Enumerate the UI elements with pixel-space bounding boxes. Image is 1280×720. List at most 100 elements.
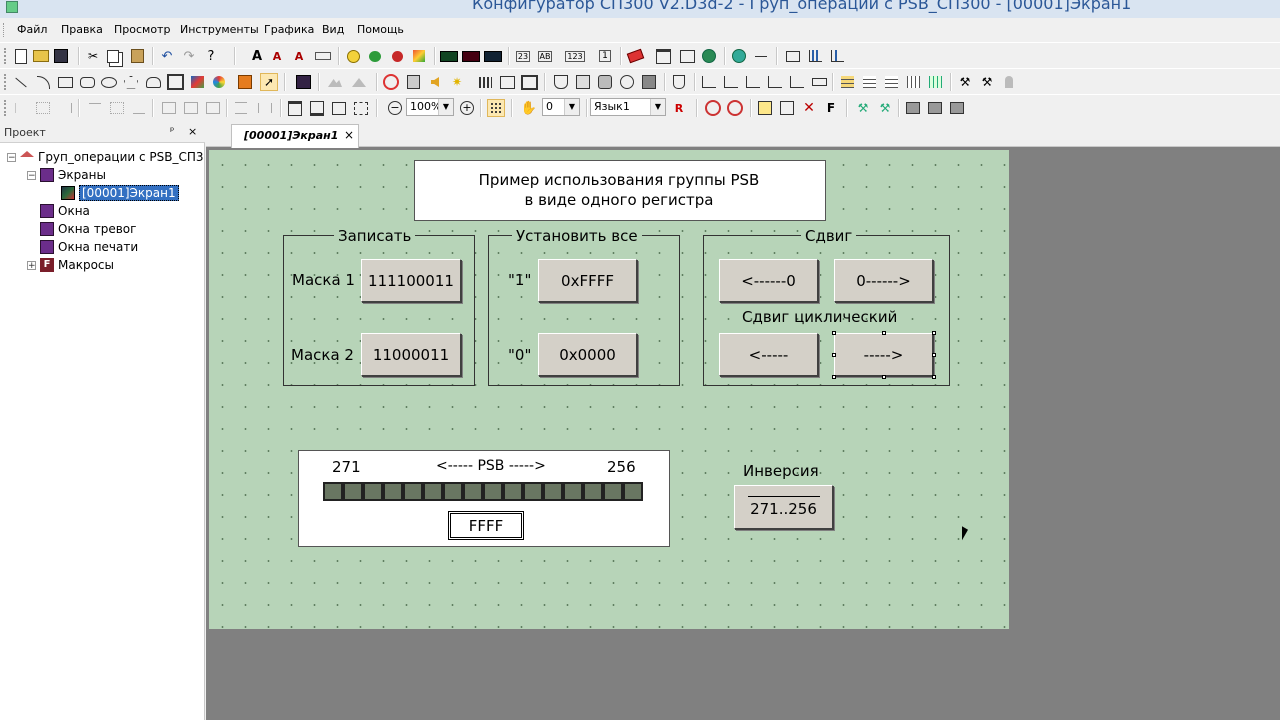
expand-icon[interactable]: + <box>27 260 36 270</box>
wizard2-icon[interactable]: ⚒ <box>876 99 894 117</box>
space-horizontal-icon[interactable] <box>256 99 274 117</box>
same-width-icon[interactable] <box>160 99 178 117</box>
grid-icon[interactable] <box>487 99 505 117</box>
shield-icon[interactable] <box>670 73 688 91</box>
picture-icon[interactable] <box>188 73 206 91</box>
valve-icon[interactable] <box>552 73 570 91</box>
close-tab-icon[interactable]: × <box>344 128 354 142</box>
number-field-icon[interactable]: 23 <box>514 47 532 65</box>
chevron-down-icon[interactable]: ▼ <box>564 99 579 115</box>
menu-file[interactable]: Файл <box>17 23 47 36</box>
align-top-icon[interactable] <box>86 99 104 117</box>
align-right-icon[interactable] <box>56 99 74 117</box>
chart-object-icon[interactable] <box>294 73 312 91</box>
cyclic-left-button[interactable]: <----- <box>719 333 818 376</box>
tools-icon[interactable]: ⚒ <box>956 73 974 91</box>
red-object-icon[interactable] <box>388 47 406 65</box>
language-flag-icon[interactable]: R <box>670 99 688 117</box>
screen-title-box[interactable]: Пример использования группы PSB в виде о… <box>414 160 826 221</box>
green-object-icon[interactable] <box>366 47 384 65</box>
compile-icon[interactable] <box>756 99 774 117</box>
set-all-ones-button[interactable]: 0xFFFF <box>538 259 637 302</box>
speaker-icon[interactable] <box>426 73 444 91</box>
zoom-in-icon[interactable]: + <box>458 99 476 117</box>
align-left-icon[interactable] <box>12 99 30 117</box>
bitmap-icon[interactable] <box>410 47 428 65</box>
psb-value-display[interactable]: FFFF <box>448 511 524 540</box>
hand-icon[interactable]: ✋ <box>520 99 538 117</box>
image-display-icon[interactable] <box>520 73 538 91</box>
save-icon[interactable] <box>52 47 70 65</box>
rectangle-icon[interactable] <box>56 73 74 91</box>
ascii-field-icon[interactable]: AB <box>536 47 554 65</box>
align-bottom-icon[interactable] <box>130 99 148 117</box>
device2-icon[interactable] <box>926 99 944 117</box>
alarm-table-icon[interactable] <box>838 73 856 91</box>
fan-icon[interactable] <box>618 73 636 91</box>
cyclic-right-button[interactable]: -----> <box>834 333 933 376</box>
tree-item-screen1[interactable]: [00001]Экран1 <box>61 184 179 202</box>
ungroup-icon[interactable] <box>352 99 370 117</box>
collapse-icon[interactable]: − <box>7 152 16 162</box>
tree-item-windows[interactable]: Окна <box>40 202 90 220</box>
numeric-display-icon[interactable] <box>440 47 458 65</box>
library-icon[interactable] <box>210 73 228 91</box>
keypad-icon[interactable] <box>476 73 494 91</box>
undo-icon[interactable]: ↶ <box>158 47 176 65</box>
ellipse-icon[interactable] <box>100 73 118 91</box>
tree-item-print-windows[interactable]: Окна печати <box>40 238 138 256</box>
alarm-bar-icon[interactable] <box>810 73 828 91</box>
shift-right-button[interactable]: 0------> <box>834 259 933 302</box>
data-trend-icon[interactable] <box>788 73 806 91</box>
user-icon[interactable] <box>1000 73 1018 91</box>
light-icon[interactable]: ✷ <box>448 73 466 91</box>
menu-view[interactable]: Просмотр <box>114 23 170 36</box>
grid-table-icon[interactable] <box>904 73 922 91</box>
tag-list-icon[interactable] <box>314 47 332 65</box>
recipe-icon[interactable]: ⚒ <box>978 73 996 91</box>
frame-icon[interactable] <box>784 47 802 65</box>
mountain-icon[interactable] <box>326 73 344 91</box>
stop-icon[interactable]: ✕ <box>800 99 818 117</box>
window-icon[interactable] <box>654 47 672 65</box>
space-vertical-icon[interactable] <box>232 99 250 117</box>
object-icon[interactable] <box>236 73 254 91</box>
zoom-select[interactable]: 100% ▼ <box>406 98 454 116</box>
pin-icon[interactable]: ᵖ <box>170 126 174 137</box>
cut-icon[interactable]: ✂ <box>84 47 102 65</box>
menu-help[interactable]: Помощь <box>357 23 404 36</box>
panel-icon[interactable] <box>678 47 696 65</box>
same-size-icon[interactable] <box>204 99 222 117</box>
resize-handle[interactable] <box>932 331 936 335</box>
resize-handle[interactable] <box>832 331 836 335</box>
polyline-icon[interactable] <box>144 73 162 91</box>
bring-front-icon[interactable] <box>286 99 304 117</box>
collapse-icon[interactable]: − <box>27 170 36 180</box>
inversion-button[interactable]: 271..256 <box>734 485 833 529</box>
display-icon[interactable] <box>498 73 516 91</box>
data-table-icon[interactable] <box>882 73 900 91</box>
chevron-down-icon[interactable]: ▼ <box>438 99 453 115</box>
menu-tools[interactable]: Инструменты <box>180 23 259 36</box>
group-icon[interactable] <box>330 99 348 117</box>
line-icon[interactable] <box>12 73 30 91</box>
zoom-out-icon[interactable]: − <box>386 99 404 117</box>
text-icon[interactable]: A <box>248 47 266 65</box>
history-trend-icon[interactable] <box>744 73 762 91</box>
event-trend-icon[interactable] <box>766 73 784 91</box>
layer-select[interactable]: 0 ▼ <box>542 98 580 116</box>
copy-icon[interactable] <box>104 47 122 65</box>
grid-table-green-icon[interactable] <box>926 73 944 91</box>
network-icon[interactable] <box>730 47 748 65</box>
mountain2-icon[interactable] <box>350 73 368 91</box>
download-icon[interactable] <box>778 99 796 117</box>
tree-item-screens[interactable]: − Экраны <box>27 166 106 184</box>
rounded-rect-icon[interactable] <box>78 73 96 91</box>
device3-icon[interactable] <box>948 99 966 117</box>
resize-handle[interactable] <box>882 331 886 335</box>
screen-canvas[interactable]: Пример использования группы PSB в виде о… <box>209 150 1009 629</box>
send-back-icon[interactable] <box>308 99 326 117</box>
redo-icon[interactable]: ↷ <box>180 47 198 65</box>
numeric-input-icon[interactable] <box>462 47 480 65</box>
lamp-icon[interactable] <box>344 47 362 65</box>
